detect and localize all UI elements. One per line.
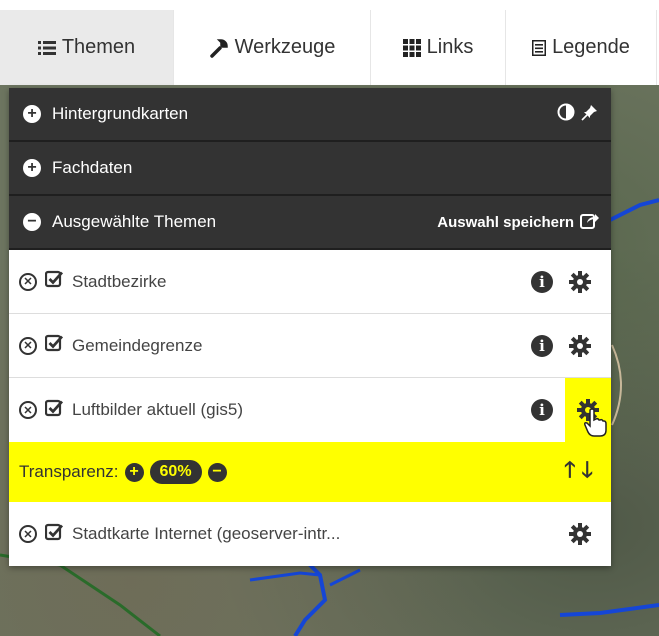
- layer-row: ✕ Gemeindegrenze i: [9, 314, 611, 378]
- remove-layer-icon[interactable]: ✕: [19, 401, 37, 419]
- wrench-icon: [209, 38, 229, 58]
- section-ausgewaehlte-themen[interactable]: − Ausgewählte Themen Auswahl speichern: [9, 196, 611, 250]
- tab-label: Links: [426, 36, 474, 58]
- tab-bar: Themen Werkzeuge Links Legende: [0, 10, 659, 85]
- expand-icon[interactable]: +: [23, 159, 41, 177]
- layer-name: Luftbilder aktuell (gis5): [72, 400, 244, 419]
- layer-name: Stadtbezirke: [72, 271, 167, 291]
- tab-themen[interactable]: Themen: [0, 10, 174, 85]
- transparency-row: Transparenz: + 60% − 🡑 🡓: [9, 442, 611, 502]
- tab-label: Werkzeuge: [234, 36, 336, 58]
- layer-row: ✕ Stadtbezirke i: [9, 250, 611, 314]
- layer-name: Stadtkarte Internet (geoserver-intr...: [72, 524, 341, 543]
- section-label: Ausgewählte Themen: [52, 212, 217, 231]
- save-selection-button[interactable]: Auswahl speichern: [437, 212, 599, 233]
- remove-layer-icon[interactable]: ✕: [19, 272, 37, 291]
- legend-icon: [532, 39, 547, 56]
- gear-icon[interactable]: [565, 267, 595, 297]
- share-icon: [580, 212, 599, 233]
- contrast-icon[interactable]: [557, 103, 575, 125]
- checkbox-checked-icon[interactable]: [44, 523, 64, 546]
- section-hintergrundkarten[interactable]: + Hintergrundkarten: [9, 88, 611, 142]
- info-icon[interactable]: i: [531, 399, 553, 421]
- remove-layer-icon[interactable]: ✕: [19, 525, 37, 543]
- gear-icon[interactable]: [565, 519, 595, 549]
- section-label: Hintergrundkarten: [52, 104, 189, 123]
- layer-row: ✕ Luftbilder aktuell (gis5) i: [9, 378, 611, 442]
- checkbox-checked-icon[interactable]: [44, 399, 64, 422]
- tab-label: Legende: [552, 36, 630, 58]
- tab-label: Themen: [61, 36, 136, 58]
- expand-icon[interactable]: +: [23, 105, 41, 123]
- gear-button-active[interactable]: [565, 378, 611, 442]
- gear-icon[interactable]: [565, 331, 595, 361]
- transparency-label: Transparenz:: [19, 462, 119, 481]
- layer-row: ✕ Stadtkarte Internet (geoserver-intr...: [9, 502, 611, 566]
- info-icon[interactable]: i: [531, 270, 553, 293]
- increase-transparency-icon[interactable]: +: [124, 462, 144, 482]
- tab-werkzeuge[interactable]: Werkzeuge: [174, 10, 371, 85]
- hand-cursor-icon: [584, 408, 607, 437]
- layer-name: Gemeindegrenze: [72, 335, 203, 355]
- topics-panel: + Hintergrundkarten + Fachdaten − Ausgew…: [9, 88, 611, 566]
- transparency-value: 60%: [149, 460, 202, 484]
- checkbox-checked-icon[interactable]: [44, 270, 64, 293]
- tab-legende[interactable]: Legende: [506, 10, 657, 85]
- decrease-transparency-icon[interactable]: −: [207, 462, 227, 482]
- arrow-up-icon[interactable]: 🡑: [564, 453, 575, 491]
- info-icon[interactable]: i: [531, 334, 553, 357]
- list-icon: [37, 40, 56, 56]
- grid-icon: [402, 38, 421, 57]
- tab-links[interactable]: Links: [371, 10, 506, 85]
- checkbox-checked-icon[interactable]: [44, 334, 64, 357]
- arrow-down-icon[interactable]: 🡓: [582, 453, 593, 491]
- remove-layer-icon[interactable]: ✕: [19, 336, 37, 355]
- pin-icon[interactable]: [581, 103, 599, 125]
- collapse-icon[interactable]: −: [23, 213, 41, 231]
- section-label: Fachdaten: [52, 158, 133, 177]
- section-fachdaten[interactable]: + Fachdaten: [9, 142, 611, 196]
